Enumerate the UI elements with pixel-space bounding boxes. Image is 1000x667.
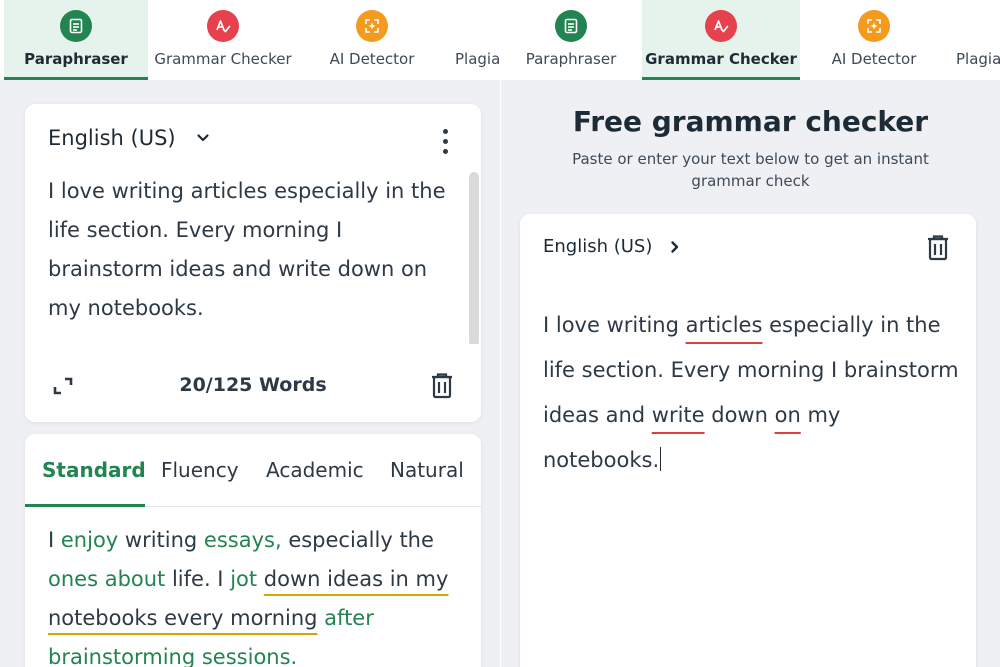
- mode-tab-academic[interactable]: Academic: [266, 458, 364, 482]
- paraphraser-doc-icon: [555, 10, 587, 42]
- plagiarism-icon: [475, 10, 500, 42]
- tab-label: Plagiarism Checker: [455, 50, 500, 68]
- editor-text: I love writing: [543, 313, 686, 337]
- tab-label: Plagiarism Checker: [956, 50, 1000, 68]
- active-mode-indicator: [25, 504, 145, 507]
- page-title: Free grammar checker: [572, 105, 929, 138]
- ai-detector-icon: [356, 10, 388, 42]
- tab-grammar-checker[interactable]: Grammar Checker: [642, 0, 800, 80]
- word-count: 20/125 Words: [179, 374, 327, 396]
- tab-label: Paraphraser: [24, 50, 128, 68]
- changed-word: essays,: [203, 528, 282, 552]
- output-text: life. I: [165, 567, 231, 591]
- tab-paraphraser[interactable]: Paraphraser: [4, 0, 148, 80]
- output-text: especially the: [281, 528, 434, 552]
- grammar-checker-panel: Paraphraser Grammar Checker AI Detector …: [501, 0, 1000, 667]
- scrollbar[interactable]: [469, 172, 479, 347]
- tab-label: AI Detector: [831, 50, 917, 68]
- ai-detector-icon: [858, 10, 890, 42]
- tool-nav-bar: Paraphraser Grammar Checker AI Detector …: [0, 0, 500, 80]
- grammar-error-word[interactable]: articles: [686, 313, 763, 337]
- tab-ai-detector[interactable]: AI Detector: [806, 0, 942, 80]
- grammar-error-word[interactable]: write: [652, 403, 705, 427]
- tool-nav-bar: Paraphraser Grammar Checker AI Detector …: [501, 0, 1000, 80]
- grammar-error-word[interactable]: on: [775, 403, 801, 427]
- editor-card: English (US) I love writing articles esp…: [520, 214, 976, 667]
- paraphraser-doc-icon: [60, 10, 92, 42]
- language-selector[interactable]: English (US): [543, 236, 682, 257]
- tab-label: Grammar Checker: [154, 50, 292, 68]
- tab-plagiarism-checker[interactable]: Plagiarism Checker: [956, 0, 1000, 80]
- page-subtitle: Paste or enter your text below to get an…: [572, 150, 929, 190]
- output-card: Standard Fluency Academic Natural I enjo…: [25, 434, 481, 667]
- tab-plagiarism-checker[interactable]: Plagiarism Checker: [455, 0, 500, 80]
- output-text: writing: [118, 528, 204, 552]
- changed-word: enjoy: [60, 528, 119, 552]
- plagiarism-icon: [976, 10, 1000, 42]
- input-footer: 20/125 Words: [25, 344, 481, 422]
- chevron-down-icon: [196, 134, 209, 142]
- active-tab-indicator: [642, 77, 800, 80]
- input-text-area[interactable]: I love writing articles especially in th…: [48, 172, 463, 328]
- editor-text-area[interactable]: I love writing articles especially in th…: [543, 303, 963, 483]
- editor-text: down: [704, 403, 775, 427]
- tab-paraphraser[interactable]: Paraphraser: [501, 0, 641, 80]
- mode-tabs: Standard Fluency Academic Natural: [25, 434, 481, 507]
- grammar-check-icon: [705, 10, 737, 42]
- mode-tab-standard[interactable]: Standard: [42, 458, 146, 482]
- grammar-check-icon: [207, 10, 239, 42]
- tab-label: Grammar Checker: [645, 50, 797, 68]
- mode-tab-fluency[interactable]: Fluency: [161, 458, 239, 482]
- tab-label: AI Detector: [329, 50, 415, 68]
- trash-icon[interactable]: [926, 234, 950, 262]
- language-label: English (US): [543, 236, 653, 257]
- tab-label: Paraphraser: [525, 50, 617, 68]
- text-cursor: [660, 447, 662, 471]
- trash-icon[interactable]: [430, 372, 454, 400]
- input-card: English (US) I love writing articles esp…: [25, 104, 481, 422]
- paraphraser-panel: Paraphraser Grammar Checker AI Detector …: [0, 0, 500, 667]
- language-selector[interactable]: English (US): [48, 126, 210, 150]
- changed-word: ones about: [48, 567, 166, 591]
- paraphrased-output: I enjoy writing essays, especially the o…: [48, 521, 463, 667]
- mode-tab-natural[interactable]: Natural: [390, 458, 464, 482]
- tab-grammar-checker[interactable]: Grammar Checker: [150, 0, 296, 80]
- output-text: I: [48, 528, 61, 552]
- more-options-icon[interactable]: [435, 126, 455, 156]
- tab-ai-detector[interactable]: AI Detector: [304, 0, 440, 80]
- chevron-right-icon: [671, 240, 679, 253]
- active-tab-indicator: [4, 77, 148, 80]
- language-label: English (US): [48, 126, 176, 150]
- changed-word: jot: [230, 567, 258, 591]
